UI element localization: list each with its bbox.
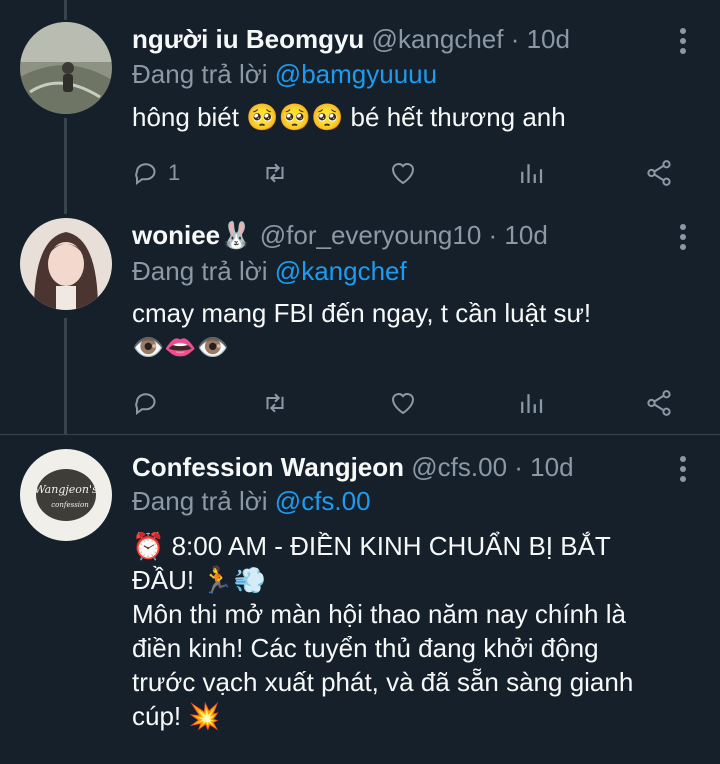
share-button[interactable] <box>644 156 674 190</box>
display-name[interactable]: người iu Beomgyu <box>132 24 364 54</box>
tweet-text-line: ⏰ 8:00 AM - ĐIỀN KINH CHUẨN BỊ BẮT <box>132 531 611 561</box>
tweet-text: ⏰ 8:00 AM - ĐIỀN KINH CHUẨN BỊ BẮT ĐẦU! … <box>132 529 690 733</box>
display-name[interactable]: Confession Wangjeon <box>132 452 404 482</box>
analytics-icon <box>521 394 543 413</box>
more-options-icon[interactable] <box>680 456 688 486</box>
analytics-button[interactable] <box>516 156 546 190</box>
replying-mention[interactable]: @kangchef <box>275 256 407 286</box>
avatar[interactable] <box>20 22 112 114</box>
tweet-text-line: điền kinh! Các tuyển thủ đang khởi động <box>132 633 599 663</box>
user-handle[interactable]: @for_everyoung10 <box>260 220 482 250</box>
replying-mention[interactable]: @bamgyuuuu <box>275 59 437 89</box>
analytics-icon <box>521 164 543 183</box>
tweet-header: woniee🐰 @for_everyoung10 · 10d <box>132 220 548 251</box>
tweet-header: người iu Beomgyu @kangchef · 10d <box>132 24 570 55</box>
replying-to: Đang trả lời @bamgyuuuu <box>132 59 437 90</box>
timestamp[interactable]: · 10d <box>489 220 548 250</box>
tweet-text-line: 👁️👄👁️ <box>132 332 230 362</box>
user-handle[interactable]: @cfs.00 <box>411 452 507 482</box>
replying-label: Đang trả lời <box>132 256 268 286</box>
tweet[interactable]: Wangjeon's confession Confession Wangjeo… <box>0 435 720 764</box>
replying-label: Đang trả lời <box>132 486 268 516</box>
tweet-text-line: trước vạch xuất phát, và đã sẵn sàng gia… <box>132 667 634 697</box>
like-button[interactable] <box>388 156 418 190</box>
replying-to: Đang trả lời @cfs.00 <box>132 486 371 517</box>
tweet[interactable]: người iu Beomgyu @kangchef · 10d Đang tr… <box>0 0 720 210</box>
like-button[interactable] <box>388 386 418 420</box>
tweet-text-line: cúp! 💥 <box>132 701 221 731</box>
timestamp[interactable]: · 10d <box>514 452 573 482</box>
reply-icon <box>135 163 156 185</box>
avatar[interactable] <box>20 218 112 310</box>
reply-icon <box>135 393 156 415</box>
retweet-icon <box>266 163 284 183</box>
tweet-text: hông biét 🥺🥺🥺 bé hết thương anh <box>132 100 690 134</box>
timestamp[interactable]: · 10d <box>511 24 570 54</box>
replying-mention[interactable]: @cfs.00 <box>275 486 371 516</box>
share-button[interactable] <box>644 386 674 420</box>
tweet-text-line: cmay mang FBI đến ngay, t cần luật sư! <box>132 298 592 328</box>
more-options-icon[interactable] <box>680 28 688 58</box>
reply-button[interactable]: 1 <box>132 156 180 190</box>
tweet-text-line: ĐẦU! 🏃💨 <box>132 565 267 595</box>
display-name[interactable]: woniee🐰 <box>132 220 253 250</box>
heart-icon <box>391 163 415 185</box>
share-icon <box>647 160 671 186</box>
tweet-text: cmay mang FBI đến ngay, t cần luật sư! 👁… <box>132 296 690 364</box>
reply-count: 1 <box>168 160 181 185</box>
tweet-header: Confession Wangjeon @cfs.00 · 10d <box>132 452 574 483</box>
avatar-logo-text: Wangjeon's <box>34 483 98 496</box>
retweet-button[interactable] <box>260 156 290 190</box>
tweet-text-line: hông biét 🥺🥺🥺 bé hết thương anh <box>132 102 566 132</box>
reply-button[interactable] <box>132 386 162 420</box>
share-icon <box>647 390 671 416</box>
retweet-icon <box>266 393 284 413</box>
heart-icon <box>391 393 415 415</box>
replying-label: Đang trả lời <box>132 59 268 89</box>
user-handle[interactable]: @kangchef <box>372 24 504 54</box>
tweet[interactable]: woniee🐰 @for_everyoung10 · 10d Đang trả … <box>0 210 720 434</box>
retweet-button[interactable] <box>260 386 290 420</box>
tweet-actions <box>132 386 692 420</box>
avatar-logo-subtext: confession <box>51 501 89 509</box>
replying-to: Đang trả lời @kangchef <box>132 256 407 287</box>
analytics-button[interactable] <box>516 386 546 420</box>
tweet-text-line: Môn thi mở màn hội thao năm nay chính là <box>132 599 626 629</box>
tweet-actions: 1 <box>132 156 692 190</box>
more-options-icon[interactable] <box>680 224 688 254</box>
avatar[interactable]: Wangjeon's confession <box>20 449 112 541</box>
